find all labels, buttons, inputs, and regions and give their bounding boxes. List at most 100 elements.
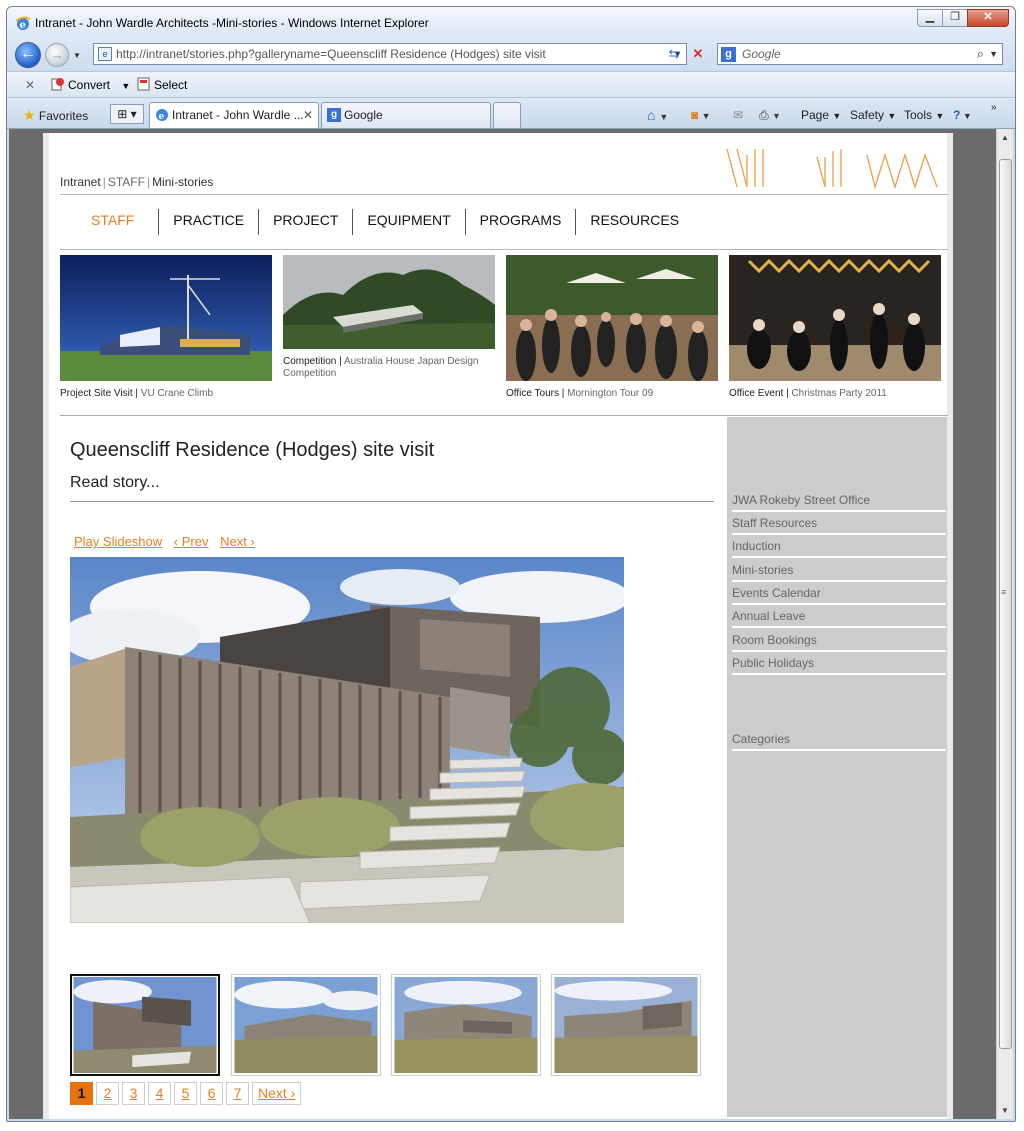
jwa-logo[interactable] — [725, 147, 941, 189]
feature-office-tours[interactable]: Office Tours | Mornington Tour 09 — [506, 255, 718, 400]
features-divider — [60, 415, 948, 416]
feature-image[interactable] — [60, 255, 272, 381]
feeds-icon[interactable]: ◙ ▼ — [691, 107, 711, 124]
menu-resources[interactable]: RESOURCES — [575, 209, 693, 235]
feature-image[interactable] — [729, 255, 941, 381]
feature-subtitle[interactable]: Mornington Tour 09 — [567, 388, 653, 399]
sidebar: JWA Rokeby Street Office Staff Resources… — [727, 417, 947, 1117]
feature-title[interactable]: Competition — [283, 356, 336, 367]
feature-office-event[interactable]: Office Event | Christmas Party 2011 — [729, 255, 941, 400]
sidebar-item-annual-leave[interactable]: Annual Leave — [732, 605, 946, 628]
select-icon — [137, 77, 150, 91]
select-button[interactable]: Select — [137, 76, 187, 94]
back-button[interactable]: ← — [15, 42, 41, 68]
play-slideshow-link[interactable]: Play Slideshow — [74, 534, 162, 549]
menu-staff[interactable]: STAFF — [77, 209, 158, 235]
feature-image[interactable] — [506, 255, 718, 381]
sidebar-item-events-calendar[interactable]: Events Calendar — [732, 582, 946, 605]
search-placeholder: Google — [742, 47, 781, 61]
tab-intranet[interactable]: e Intranet - John Wardle ... ✕ — [149, 102, 319, 128]
feature-title[interactable]: Office Tours — [506, 388, 559, 399]
breadcrumb-staff[interactable]: STAFF — [108, 175, 145, 189]
scroll-up-icon[interactable]: ▲ — [997, 129, 1013, 146]
pager-next-link[interactable]: Next › — [252, 1082, 302, 1105]
quick-tabs-button[interactable]: ⊞ ▾ — [110, 104, 144, 124]
web-page: Intranet | STAFF | Mini-stories STAFF PRACTI… — [43, 133, 953, 1119]
sidebar-item-induction[interactable]: Induction — [732, 535, 946, 558]
forward-button[interactable]: → — [45, 43, 69, 67]
sidebar-categories[interactable]: Categories — [732, 728, 946, 751]
feature-subtitle[interactable]: Christmas Party 2011 — [791, 388, 886, 399]
favorites-button[interactable]: ★ Favorites — [23, 107, 88, 124]
sidebar-item-mini-stories[interactable]: Mini-stories — [732, 559, 946, 582]
sidebar-item-jwa-rokeby-street-office[interactable]: JWA Rokeby Street Office — [732, 489, 946, 512]
page-7-link[interactable]: 7 — [226, 1082, 249, 1105]
help-icon[interactable]: ? ▼ — [953, 107, 972, 124]
close-tab-icon[interactable]: ✕ — [303, 103, 313, 127]
address-text: http://intranet/stories.php?galleryname=… — [116, 47, 546, 61]
tab-google[interactable]: g Google — [321, 102, 491, 128]
ie-logo-icon: e — [15, 16, 31, 31]
search-input[interactable]: g Google ⌕ ▼ — [717, 43, 1003, 65]
feature-project-site-visit[interactable]: Project Site Visit | VU Crane Climb — [60, 255, 272, 400]
feature-image[interactable] — [283, 255, 495, 349]
minimize-button[interactable]: ▁ — [917, 9, 943, 27]
page-5-link[interactable]: 5 — [174, 1082, 197, 1105]
feature-title[interactable]: Project Site Visit — [60, 388, 133, 399]
gallery-thumb-3[interactable] — [391, 974, 541, 1076]
safety-menu[interactable]: Safety ▼ — [850, 107, 896, 124]
menu-programs[interactable]: PROGRAMS — [464, 209, 576, 235]
tab-bar: ★ Favorites ⊞ ▾ e Intranet - John Wardle… — [7, 97, 1015, 129]
svg-text:e: e — [159, 112, 165, 122]
chevron-more-icon[interactable]: » — [991, 100, 997, 116]
restore-button[interactable]: ❐ — [942, 9, 968, 27]
next-link[interactable]: Next › — [220, 534, 255, 549]
page-menu[interactable]: Page ▼ — [801, 107, 841, 124]
sidebar-item-room-bookings[interactable]: Room Bookings — [732, 629, 946, 652]
home-icon[interactable]: ⌂ ▼ — [647, 107, 668, 125]
breadcrumb-intranet[interactable]: Intranet — [60, 175, 101, 189]
page-3-link[interactable]: 3 — [122, 1082, 145, 1105]
google-icon: g — [721, 47, 736, 62]
history-dropdown-icon[interactable]: ▼ — [73, 51, 81, 60]
main-photo[interactable] — [70, 557, 624, 923]
print-icon[interactable]: ⎙ ▼ — [759, 107, 781, 124]
toolbar-close-icon[interactable]: ✕ — [25, 76, 35, 94]
convert-button[interactable]: Convert ▼ — [51, 76, 130, 94]
vertical-scrollbar[interactable]: ▲ ≡ ▼ — [996, 129, 1013, 1119]
close-button[interactable]: ✕ — [967, 9, 1009, 27]
gallery-thumb-1[interactable] — [70, 974, 220, 1076]
gallery-thumb-2[interactable] — [231, 974, 381, 1076]
search-dropdown-icon[interactable]: ▼ — [989, 44, 998, 64]
feature-title[interactable]: Office Event — [729, 388, 783, 399]
menu-practice[interactable]: PRACTICE — [158, 209, 258, 235]
read-mail-icon[interactable]: ✉ — [733, 107, 743, 123]
prev-link[interactable]: ‹ Prev — [174, 534, 209, 549]
feature-subtitle[interactable]: VU Crane Climb — [141, 388, 213, 399]
menu-project[interactable]: PROJECT — [258, 209, 352, 235]
address-bar[interactable]: e http://intranet/stories.php?gallerynam… — [93, 43, 687, 65]
read-story-link[interactable]: Read story... — [70, 474, 160, 492]
scroll-down-icon[interactable]: ▼ — [997, 1102, 1013, 1119]
search-icon[interactable]: ⌕ — [977, 44, 984, 64]
page-4-link[interactable]: 4 — [148, 1082, 171, 1105]
page-2-link[interactable]: 2 — [96, 1082, 119, 1105]
scrollbar-thumb[interactable] — [999, 159, 1012, 1049]
command-bar: ✕ Convert ▼ Select — [7, 71, 1015, 97]
sidebar-item-public-holidays[interactable]: Public Holidays — [732, 652, 946, 675]
stop-button[interactable]: ✕ — [687, 44, 709, 64]
ie-page-icon: e — [156, 109, 168, 122]
refresh-button[interactable]: ⇆ — [663, 44, 685, 64]
gallery-thumb-4[interactable] — [551, 974, 701, 1076]
tools-menu[interactable]: Tools ▼ — [904, 107, 944, 124]
breadcrumb: Intranet | STAFF | Mini-stories — [60, 175, 214, 189]
scrollbar-grip-icon: ≡ — [1001, 587, 1007, 597]
page-1-button[interactable]: 1 — [70, 1082, 93, 1105]
new-tab-button[interactable] — [493, 102, 521, 128]
page-6-link[interactable]: 6 — [200, 1082, 223, 1105]
story-title: Queenscliff Residence (Hodges) site visi… — [70, 439, 435, 461]
breadcrumb-mini-stories[interactable]: Mini-stories — [152, 175, 213, 189]
feature-competition[interactable]: Competition | Australia House Japan Desi… — [283, 255, 495, 380]
sidebar-item-staff-resources[interactable]: Staff Resources — [732, 512, 946, 535]
menu-equipment[interactable]: EQUIPMENT — [352, 209, 464, 235]
